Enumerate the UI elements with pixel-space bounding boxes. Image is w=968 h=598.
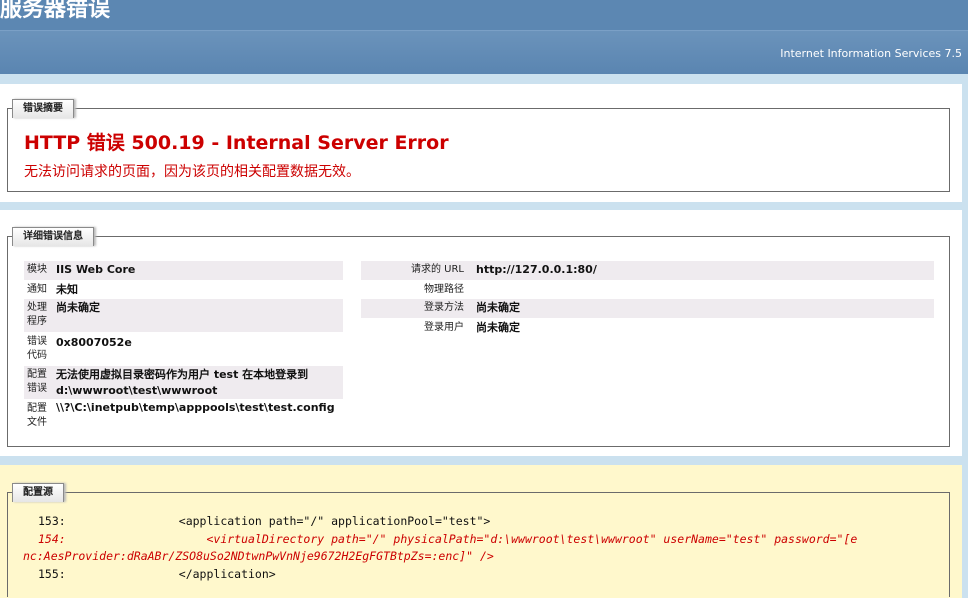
detail-label: 配置错误: [27, 369, 47, 394]
detail-value: IIS Web Core: [56, 263, 136, 276]
detail-label: 配置文件: [27, 403, 47, 428]
detail-value: http://127.0.0.1:80/: [476, 263, 597, 276]
code-line-number: 153:: [38, 514, 66, 528]
detail-value: 尚未确定: [56, 301, 100, 314]
detail-value: \\?\C:\inetpub\temp\apppools\test\test.c…: [56, 401, 335, 414]
detail-label: 错误代码: [27, 336, 47, 361]
code-line-text: <virtualDirectory path="/" physicalPath=…: [68, 532, 858, 546]
detail-label: 登录方法: [424, 302, 464, 313]
details-tab: 详细错误信息: [12, 227, 94, 246]
code-line-number: 155:: [38, 567, 66, 581]
detail-label: 登录用户: [424, 322, 464, 333]
code-line-text: </application>: [68, 567, 276, 581]
code-line-text: nc:AesProvider:dRaABr/ZSO8uSo2NDtwnPwVnN…: [23, 549, 494, 563]
detail-value: 未知: [56, 283, 78, 296]
error-description: 无法访问请求的页面，因为该页的相关配置数据无效。: [24, 164, 360, 180]
code-line-number: 154:: [38, 532, 66, 546]
summary-tab: 错误摘要: [12, 99, 74, 118]
detail-value: 尚未确定: [476, 301, 520, 314]
detail-value: 0x8007052e: [56, 336, 132, 349]
detail-value: 无法使用虚拟目录密码作为用户 test 在本地登录到 d:\wwwroot\te…: [56, 368, 309, 397]
header-bar: 服务器错误 Internet Information Services 7.5: [0, 0, 968, 74]
iis-version-label: Internet Information Services 7.5: [780, 47, 962, 60]
detail-label: 通知: [27, 284, 47, 295]
page-title: 服务器错误: [0, 0, 111, 22]
detail-label: 物理路径: [424, 284, 464, 295]
detail-label: 处理程序: [27, 302, 47, 327]
code-line-text: <application path="/" applicationPool="t…: [68, 514, 491, 528]
error-heading: HTTP 错误 500.19 - Internal Server Error: [24, 132, 449, 154]
detail-label: 模块: [27, 264, 47, 275]
config-source-tab: 配置源: [12, 483, 64, 502]
detail-value: 尚未确定: [476, 321, 520, 334]
detail-label: 请求的 URL: [410, 264, 464, 275]
